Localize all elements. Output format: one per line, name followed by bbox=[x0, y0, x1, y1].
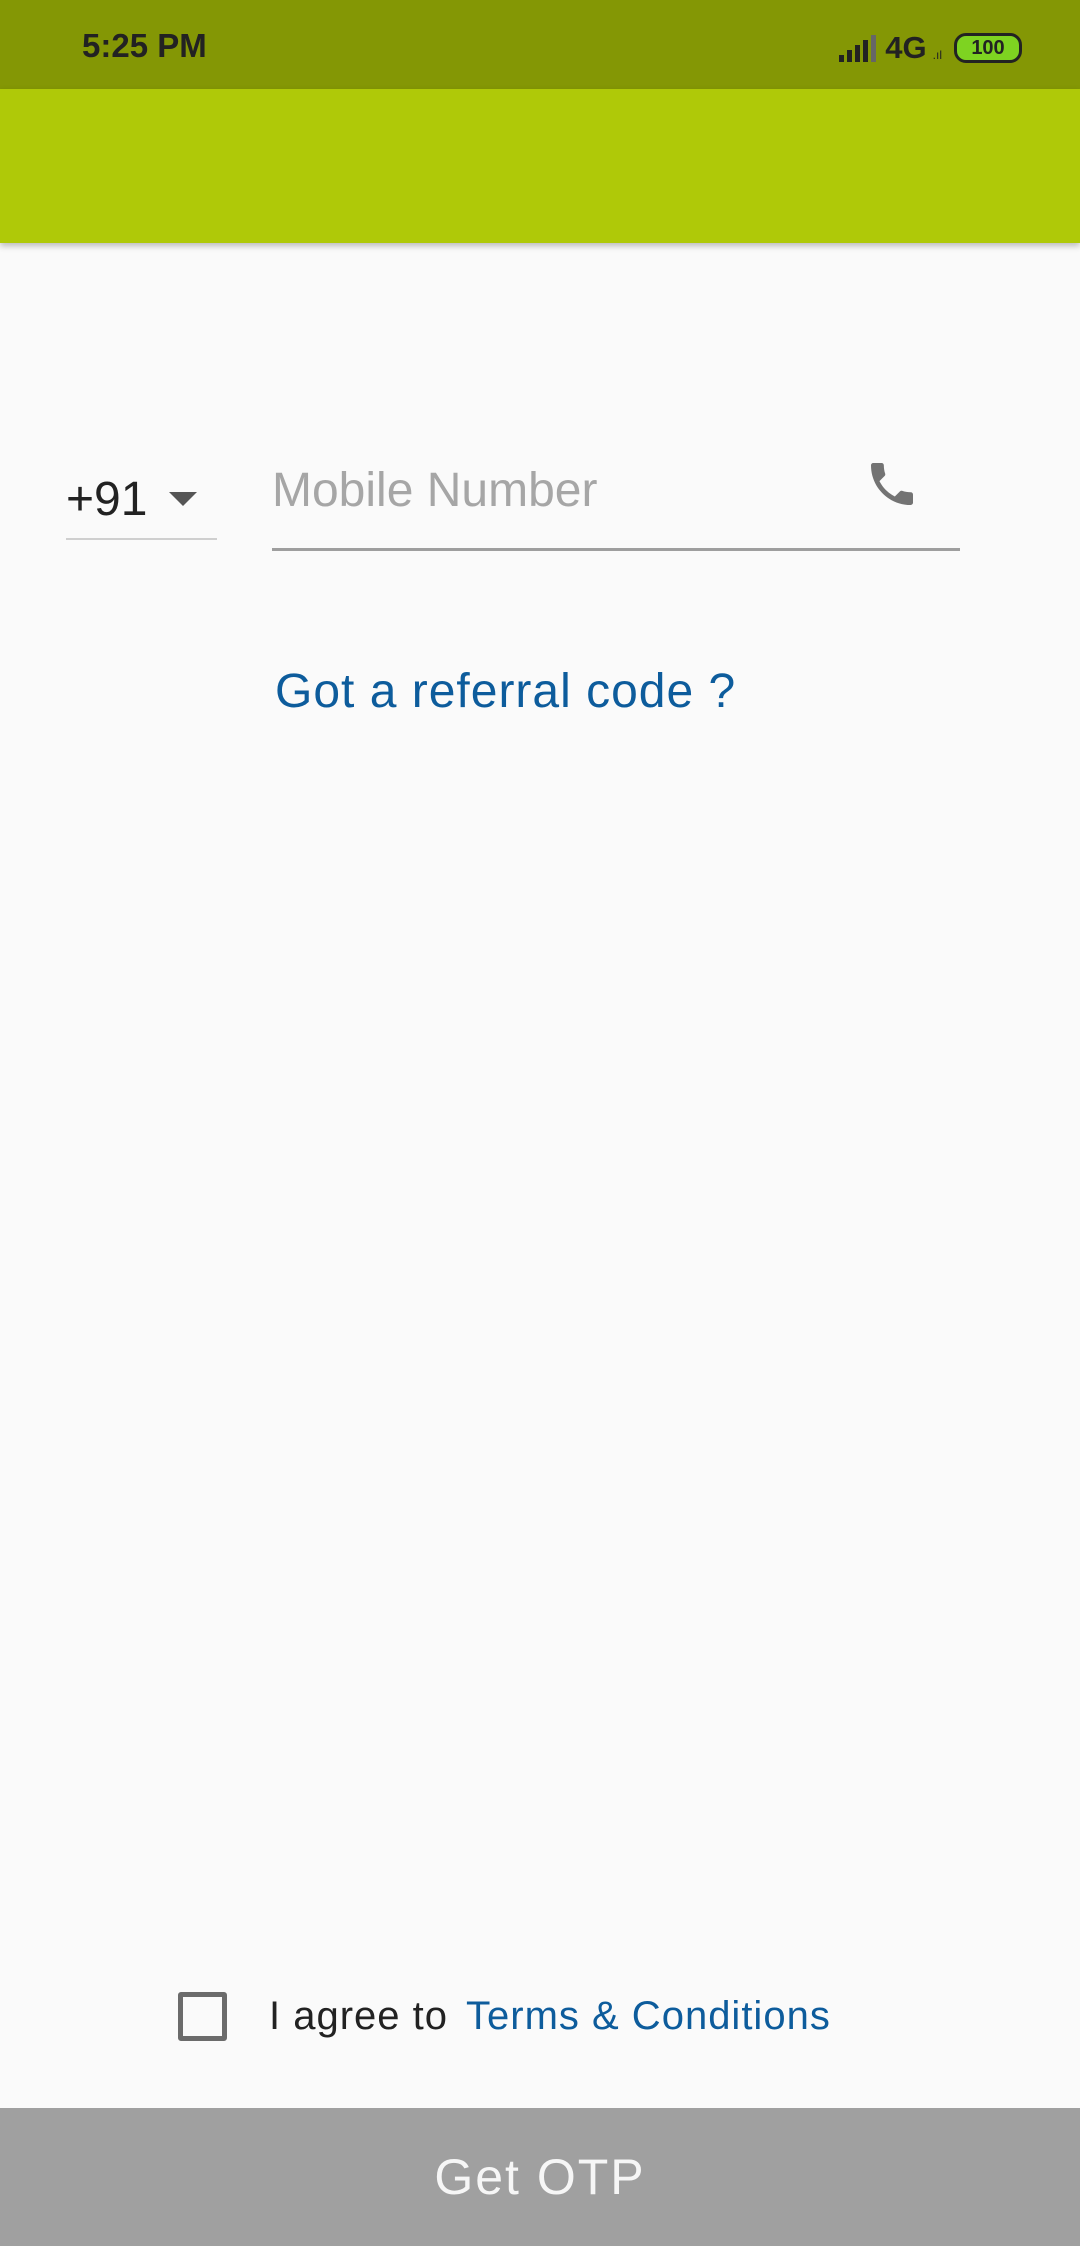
battery-icon: 100 bbox=[954, 33, 1022, 63]
status-time: 5:25 PM bbox=[82, 27, 207, 64]
phone-icon bbox=[871, 463, 913, 505]
referral-code-link[interactable]: Got a referral code ? bbox=[275, 664, 736, 719]
country-code-value: +91 bbox=[66, 472, 148, 526]
status-bar: 5:25 PM 4G .ıl 100 bbox=[0, 0, 1080, 89]
signal-icon bbox=[839, 35, 877, 62]
mobile-number-field bbox=[272, 440, 960, 551]
network-activity: .ıl bbox=[932, 48, 942, 62]
terms-conditions-link[interactable]: Terms & Conditions bbox=[466, 1994, 831, 2039]
terms-row: I agree to Terms & Conditions bbox=[178, 1990, 831, 2042]
get-otp-button[interactable]: Get OTP bbox=[0, 2108, 1080, 2246]
status-icons: 4G .ıl 100 bbox=[837, 28, 1022, 68]
network-type: 4G bbox=[885, 30, 927, 65]
country-code-select[interactable]: +91 bbox=[66, 460, 217, 540]
terms-checkbox[interactable] bbox=[178, 1991, 227, 2041]
app-bar bbox=[0, 89, 1080, 243]
dropdown-arrow-icon bbox=[169, 492, 198, 506]
agree-text: I agree to bbox=[269, 1993, 449, 2038]
mobile-number-input[interactable] bbox=[272, 440, 852, 540]
battery-level: 100 bbox=[971, 36, 1005, 59]
